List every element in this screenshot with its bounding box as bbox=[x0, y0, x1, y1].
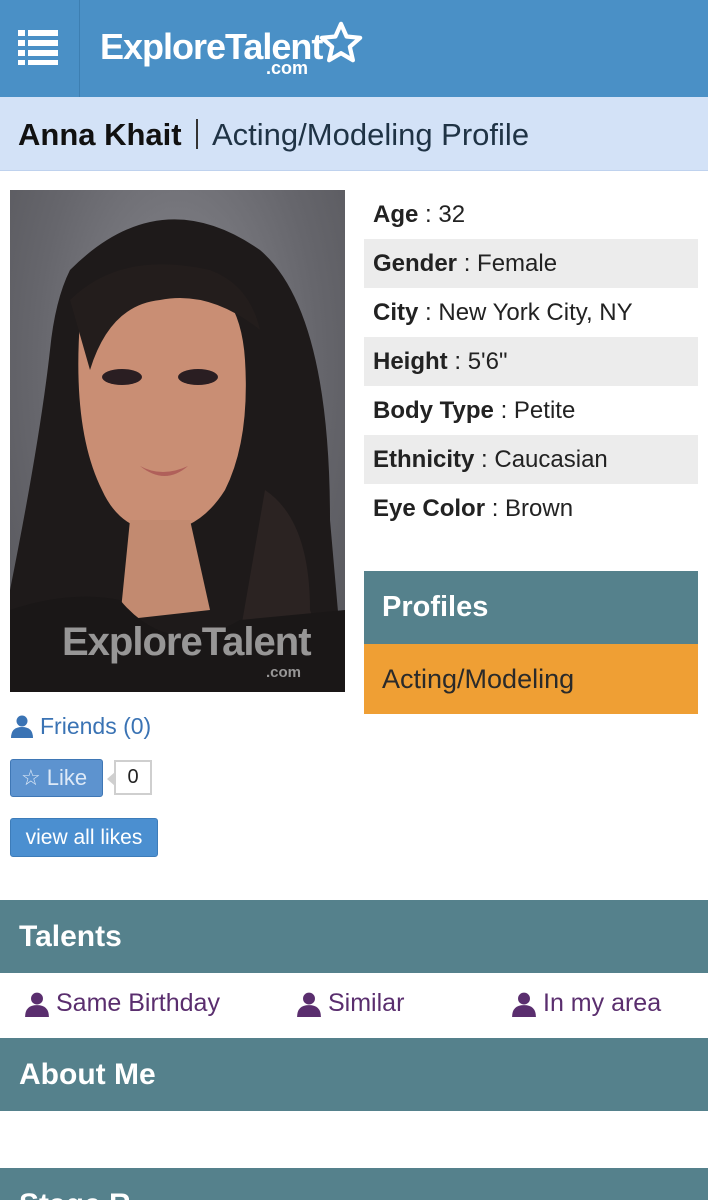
photo-watermark-com: .com bbox=[266, 664, 302, 681]
detail-value: 5'6" bbox=[467, 348, 508, 375]
portrait-illustration bbox=[10, 219, 345, 692]
menu-button[interactable] bbox=[0, 0, 80, 97]
same-birthday-link[interactable]: Same Birthday bbox=[24, 989, 220, 1018]
profile-details: Age : 32 Gender : Female City : New York… bbox=[364, 190, 698, 533]
profile-photo[interactable]: ExploreTalent .com bbox=[10, 190, 345, 692]
like-count: 0 bbox=[107, 760, 152, 795]
detail-label: Height bbox=[373, 348, 448, 375]
detail-value: Petite bbox=[513, 397, 576, 424]
profile-title-bar: Anna Khait Acting/Modeling Profile bbox=[0, 97, 708, 171]
detail-row-eye-color: Eye Color : Brown bbox=[373, 495, 574, 522]
detail-row-city: City : New York City, NY bbox=[373, 299, 633, 326]
friends-link[interactable]: Friends (0) bbox=[10, 710, 151, 742]
detail-row-height: Height : 5'6" bbox=[364, 337, 698, 386]
detail-label: Eye Color bbox=[373, 495, 486, 522]
detail-label: Age bbox=[373, 201, 419, 228]
detail-value: 32 bbox=[438, 201, 466, 228]
like-button[interactable]: ☆ Like bbox=[10, 759, 103, 797]
person-icon bbox=[511, 991, 537, 1017]
detail-label: Gender bbox=[373, 250, 458, 277]
profile-subtitle: Acting/Modeling Profile bbox=[212, 117, 530, 152]
profile-link-acting-modeling[interactable]: Acting/Modeling bbox=[364, 644, 698, 714]
talent-link-label: In my area bbox=[543, 989, 662, 1017]
star-outline-icon bbox=[319, 21, 363, 63]
detail-row-body-type: Body Type : Petite bbox=[373, 397, 576, 424]
person-icon bbox=[24, 991, 50, 1017]
list-menu-icon bbox=[18, 30, 58, 65]
person-icon bbox=[296, 991, 322, 1017]
logo-com: .com bbox=[266, 58, 309, 78]
about-me-heading: About Me bbox=[0, 1038, 708, 1111]
view-all-likes-button[interactable]: view all likes bbox=[10, 818, 158, 857]
friends-label: Friends (0) bbox=[40, 712, 152, 739]
detail-row-gender: Gender : Female bbox=[364, 239, 698, 288]
detail-row-age: Age : 32 bbox=[373, 201, 466, 228]
detail-value: Brown bbox=[505, 495, 574, 522]
star-icon: ☆ bbox=[21, 765, 41, 790]
detail-label: Body Type bbox=[373, 397, 494, 424]
like-label: Like bbox=[46, 765, 88, 790]
person-icon bbox=[10, 714, 34, 738]
in-my-area-link[interactable]: In my area bbox=[511, 989, 661, 1018]
profiles-box: Profiles Acting/Modeling bbox=[364, 571, 698, 714]
profiles-heading: Profiles bbox=[364, 571, 698, 644]
talent-links: Same Birthday Similar In my area bbox=[0, 973, 708, 1038]
photo-watermark: ExploreTalent bbox=[62, 620, 312, 664]
title-divider bbox=[196, 119, 198, 149]
profile-name: Anna Khait bbox=[18, 117, 182, 152]
talents-heading: Talents bbox=[0, 900, 708, 973]
top-bar: ExploreTalent .com bbox=[0, 0, 708, 97]
talent-link-label: Similar bbox=[328, 989, 405, 1017]
site-logo[interactable]: ExploreTalent .com bbox=[100, 21, 370, 78]
similar-link[interactable]: Similar bbox=[296, 989, 404, 1018]
detail-label: City bbox=[373, 299, 419, 326]
detail-label: Ethnicity bbox=[373, 446, 475, 473]
detail-value: Female bbox=[477, 250, 558, 277]
stage-heading: Stage R bbox=[0, 1168, 708, 1200]
talent-link-label: Same Birthday bbox=[56, 989, 220, 1017]
detail-value: Caucasian bbox=[494, 446, 608, 473]
detail-value: New York City, NY bbox=[438, 299, 633, 326]
detail-row-ethnicity: Ethnicity : Caucasian bbox=[364, 435, 698, 484]
